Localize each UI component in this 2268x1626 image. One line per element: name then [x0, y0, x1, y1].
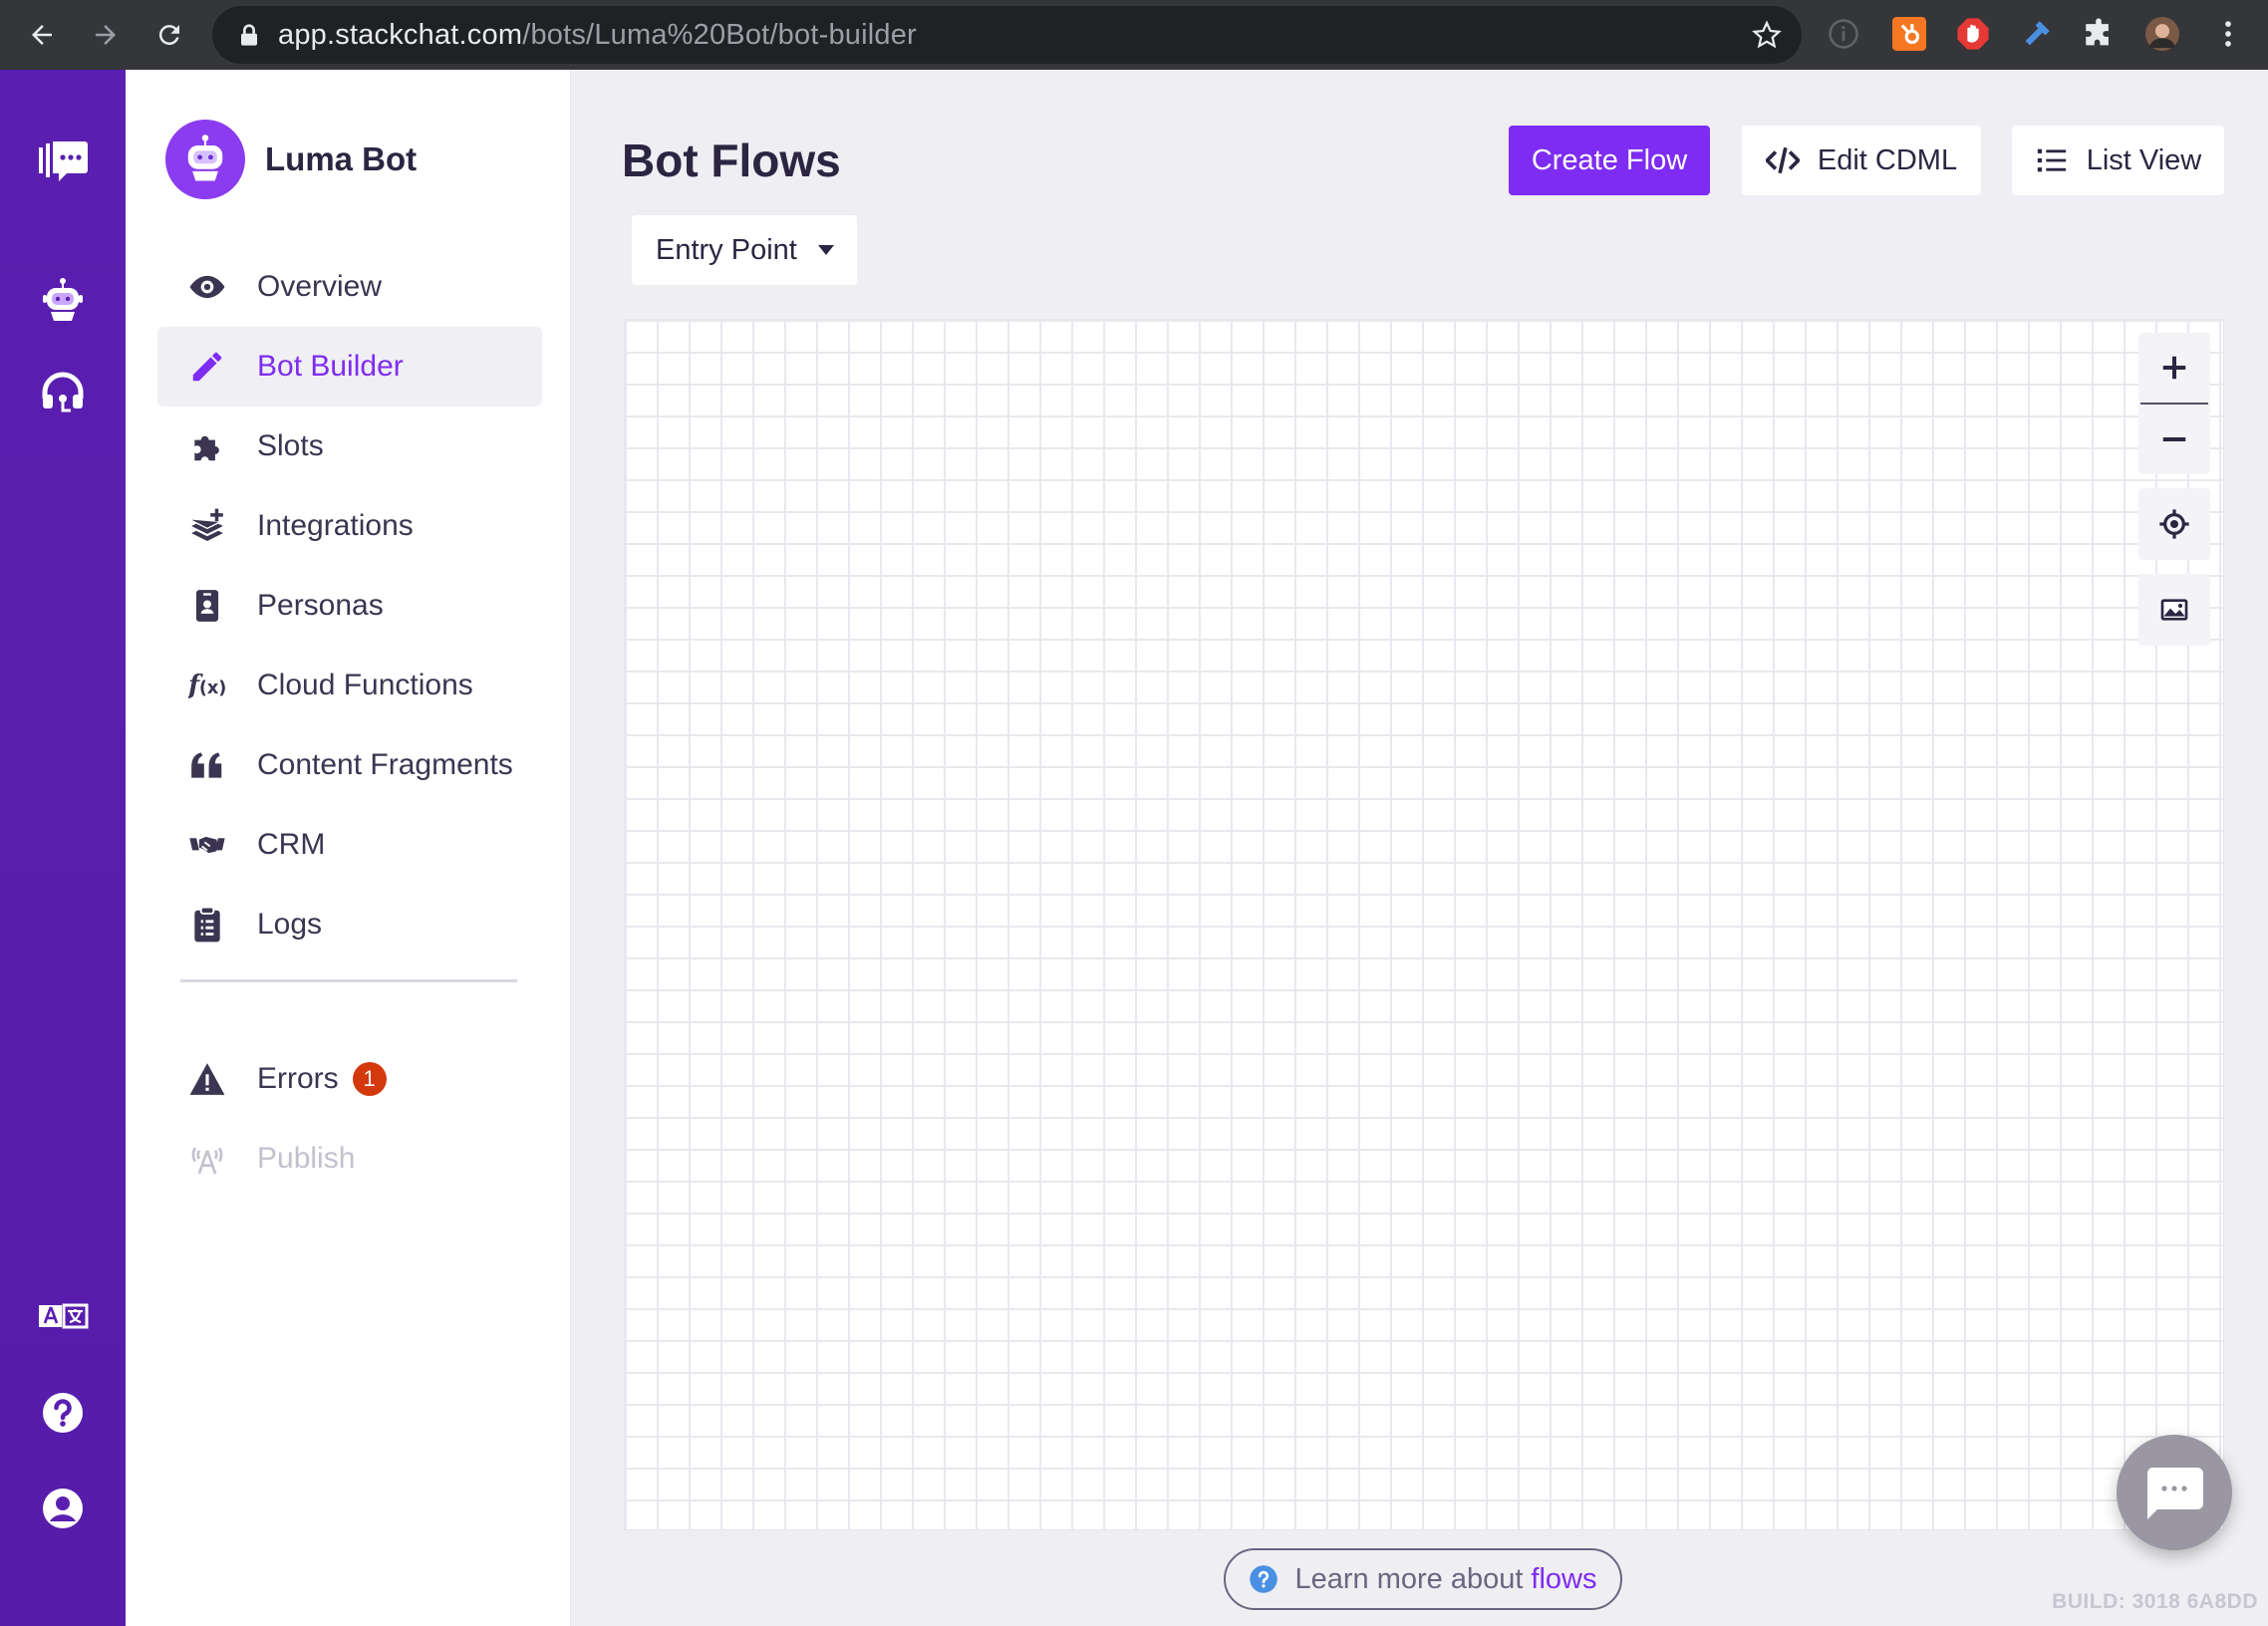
entry-point-dropdown[interactable]: Entry Point — [632, 215, 857, 285]
minus-icon — [2162, 437, 2186, 441]
list-view-button[interactable]: List View — [2012, 126, 2224, 195]
entry-point-value: Entry Point — [656, 233, 797, 266]
bot-header: Luma Bot — [165, 120, 417, 199]
menu-item-cloud-functions[interactable]: f (x) Cloud Functions — [157, 646, 542, 725]
image-icon — [2160, 599, 2188, 621]
flows-link[interactable]: flows — [1531, 1563, 1596, 1596]
menu-label: Slots — [257, 429, 324, 462]
url-text: app.stackchat.com/bots/Luma%20Bot/bot-bu… — [278, 19, 917, 52]
reload-icon — [158, 25, 179, 46]
bot-name: Luma Bot — [265, 140, 418, 177]
menu-label: Logs — [257, 908, 323, 941]
lock-icon — [241, 24, 257, 46]
info-extension-icon[interactable] — [1826, 16, 1861, 52]
svg-text:(x): (x) — [199, 678, 226, 698]
forward-button[interactable] — [74, 0, 138, 70]
menu-item-bot-builder[interactable]: Bot Builder — [157, 327, 542, 406]
menu-label: Overview — [257, 270, 383, 303]
menu-item-publish: Publish — [157, 1119, 542, 1199]
error-count-badge: 1 — [352, 1062, 387, 1096]
menu-item-integrations[interactable]: Integrations — [157, 486, 542, 566]
edit-cdml-label: Edit CDML — [1817, 143, 1958, 176]
arrow-right-icon — [96, 25, 116, 45]
robot-icon — [187, 135, 223, 181]
menu-item-content-fragments[interactable]: Content Fragments — [157, 725, 542, 805]
menu-label: Errors — [257, 1062, 339, 1095]
export-image-button[interactable] — [2138, 574, 2210, 646]
broadcast-icon — [191, 1147, 223, 1175]
menu-item-overview[interactable]: Overview — [157, 247, 542, 327]
id-badge-icon — [195, 590, 219, 622]
address-bar[interactable]: app.stackchat.com/bots/Luma%20Bot/bot-bu… — [212, 6, 1802, 64]
status-menu: Errors 1 Publish — [157, 1039, 542, 1199]
flow-canvas[interactable] — [624, 319, 2224, 1530]
list-view-label: List View — [2086, 143, 2202, 176]
center-view-button[interactable] — [2138, 488, 2210, 560]
build-version: BUILD: 3018 6A8DD — [2052, 1590, 2258, 1613]
menu-item-crm[interactable]: CRM — [157, 805, 542, 885]
back-button[interactable] — [10, 0, 74, 70]
zoom-out-button[interactable] — [2138, 405, 2210, 474]
hubspot-extension-icon[interactable] — [1891, 16, 1927, 52]
arrow-left-icon — [32, 25, 52, 45]
learn-more-flows[interactable]: Learn more about flows — [1224, 1548, 1622, 1610]
app-rail — [0, 70, 126, 1626]
help-question-icon[interactable] — [31, 1381, 95, 1445]
chat-widget-button[interactable] — [2117, 1435, 2232, 1550]
menu-item-logs[interactable]: Logs — [157, 885, 542, 964]
function-icon: f (x) — [188, 671, 226, 700]
caret-down-icon — [818, 245, 834, 255]
zoom-controls — [2138, 333, 2210, 474]
sidebar-divider — [180, 979, 517, 982]
browser-toolbar: app.stackchat.com/bots/Luma%20Bot/bot-bu… — [0, 0, 2268, 70]
adblock-extension-icon[interactable] — [1955, 16, 1991, 52]
layers-plus-icon — [191, 508, 223, 542]
profile-avatar[interactable] — [2144, 16, 2180, 52]
menu-item-personas[interactable]: Personas — [157, 566, 542, 646]
handshake-icon — [189, 836, 225, 854]
menu-item-errors[interactable]: Errors 1 — [157, 1039, 542, 1119]
menu-label: Bot Builder — [257, 350, 404, 383]
list-icon — [2037, 148, 2066, 172]
clipboard-list-icon — [194, 906, 220, 943]
menu-label: Content Fragments — [257, 748, 513, 781]
crosshair-icon — [2159, 509, 2189, 539]
eye-icon — [189, 275, 225, 299]
bot-avatar — [165, 120, 245, 199]
page-title: Bot Flows — [622, 135, 841, 186]
edit-cdml-button[interactable]: Edit CDML — [1742, 126, 1981, 195]
user-account-icon[interactable] — [31, 1477, 95, 1540]
browser-menu-icon[interactable] — [2210, 16, 2246, 52]
reload-button[interactable] — [138, 0, 201, 70]
chat-bubble-icon — [2146, 1468, 2203, 1519]
menu-label: Cloud Functions — [257, 669, 473, 701]
learn-more-text: Learn more about — [1294, 1562, 1524, 1595]
quote-icon — [191, 752, 222, 778]
menu-label: Publish — [257, 1142, 356, 1175]
bot-sidebar: Luma Bot Overview Bot Builder Slots Inte… — [126, 70, 571, 1626]
extensions-puzzle-icon[interactable] — [2081, 16, 2117, 52]
create-flow-button[interactable]: Create Flow — [1509, 126, 1710, 195]
menu-item-slots[interactable]: Slots — [157, 406, 542, 486]
bookmark-star-icon[interactable] — [1752, 20, 1782, 50]
url-host: app.stackchat.com — [278, 18, 523, 51]
zoom-in-button[interactable] — [2138, 333, 2210, 403]
help-circle-icon — [1250, 1565, 1278, 1593]
menu-label: Personas — [257, 589, 384, 622]
translate-icon[interactable] — [31, 1285, 95, 1349]
plus-icon — [2162, 356, 2186, 380]
warning-triangle-icon — [189, 1063, 225, 1095]
bots-robot-icon[interactable] — [31, 269, 95, 333]
bot-menu: Overview Bot Builder Slots Integrations … — [157, 247, 542, 964]
code-icon — [1765, 146, 1800, 174]
puzzle-icon — [194, 435, 219, 461]
tools-extension-icon[interactable] — [2019, 16, 2055, 52]
pencil-icon — [192, 352, 222, 382]
headset-support-icon[interactable] — [31, 363, 95, 426]
menu-label: CRM — [257, 828, 326, 861]
url-path: /bots/Luma%20Bot/bot-builder — [522, 18, 917, 51]
menu-label: Integrations — [257, 509, 414, 542]
stackchat-logo-icon[interactable] — [31, 130, 95, 193]
